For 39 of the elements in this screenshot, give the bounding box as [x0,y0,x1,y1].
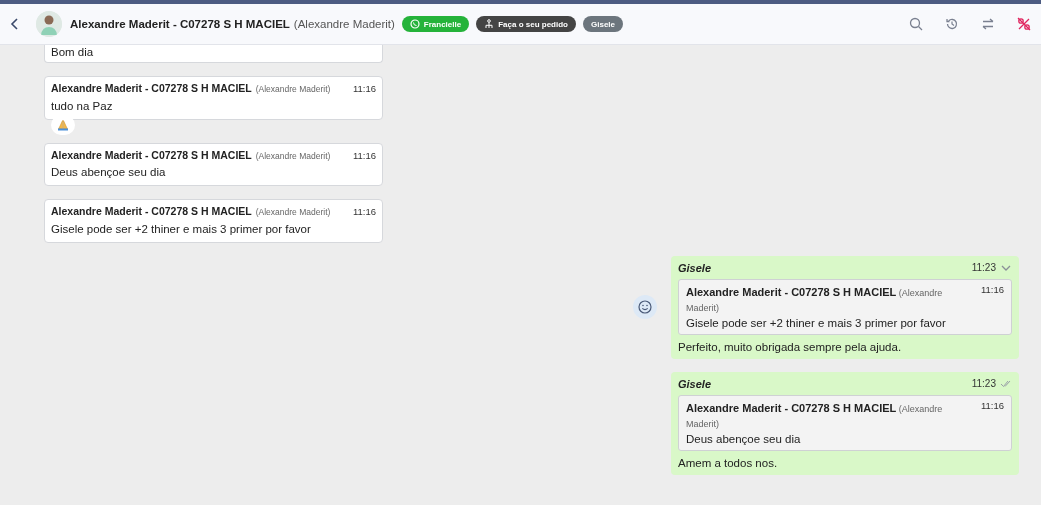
smiley-icon [638,300,652,315]
chat-bubble-icon [409,19,420,29]
sender-name: Gisele [678,377,712,390]
sender-alias: (Alexandre Maderit) [255,83,331,94]
message-text: Amem a todos nos. [678,456,779,469]
sender-alias: (Alexandre Maderit) [255,207,331,218]
quoted-message[interactable]: Alexandre Maderit - C07278 S H MACIEL (Alexandre Maderit) 11:16 Deus abençoe seu dia [678,394,1012,451]
sender-name: Alexandre Maderit - C07278 S H MACIEL [51,81,252,96]
swap-arrows-icon[interactable] [981,17,995,31]
tag[interactable]: Faça o seu pedido [476,16,576,32]
contact-alias: (Alexandre Maderit) [293,18,395,30]
sender-alias: (Alexandre Maderit) [255,150,331,161]
message-text: Deus abençoe seu dia [686,432,802,445]
tag[interactable]: Gisele [583,16,623,32]
emoji-react-button[interactable] [633,295,657,320]
message-time: 11:23 [971,262,996,274]
message-text: tudo na Paz [51,98,114,114]
message-text: Gisele pode ser +2 thiner e mais 3 primer por favor [51,221,312,237]
message-time: 11:16 [979,399,1004,411]
sender-name: Alexandre Maderit - C07278 S H MACIEL [51,148,252,163]
quoted-sender: Alexandre Maderit - C07278 S H MACIEL (Alexandre Maderit) [686,284,944,316]
message-text: Gisele pode ser +2 thiner e mais 3 primer por favor [686,316,947,329]
quoted-sender: Alexandre Maderit - C07278 S H MACIEL (Alexandre Maderit) [686,400,944,432]
contact-name: Alexandre Maderit - C07278 S H MACIEL [70,18,290,30]
message-text: Bom dia [51,45,95,60]
message-time: 11:16 [351,82,376,94]
percent-icon[interactable] [1017,17,1031,31]
hierarchy-icon [484,19,495,29]
message-text: Perfeito, muito obrigada sempre pela ajuda. [678,340,903,353]
message-time: 11:16 [351,149,376,161]
message-time: 11:23 [971,378,996,390]
search-icon[interactable] [909,17,923,31]
history-icon[interactable] [945,17,959,31]
message-time: 11:16 [979,283,1004,295]
sender-name: Alexandre Maderit - C07278 S H MACIEL [51,205,252,219]
message-time: 11:16 [351,206,376,218]
quoted-message[interactable]: Alexandre Maderit - C07278 S H MACIEL (Alexandre Maderit) 11:16 Gisele pode ser +2 thiner e mais 3 primer por favor [678,278,1012,335]
sender-name: Gisele [678,261,712,274]
message-text: Deus abençoe seu dia [51,165,167,181]
